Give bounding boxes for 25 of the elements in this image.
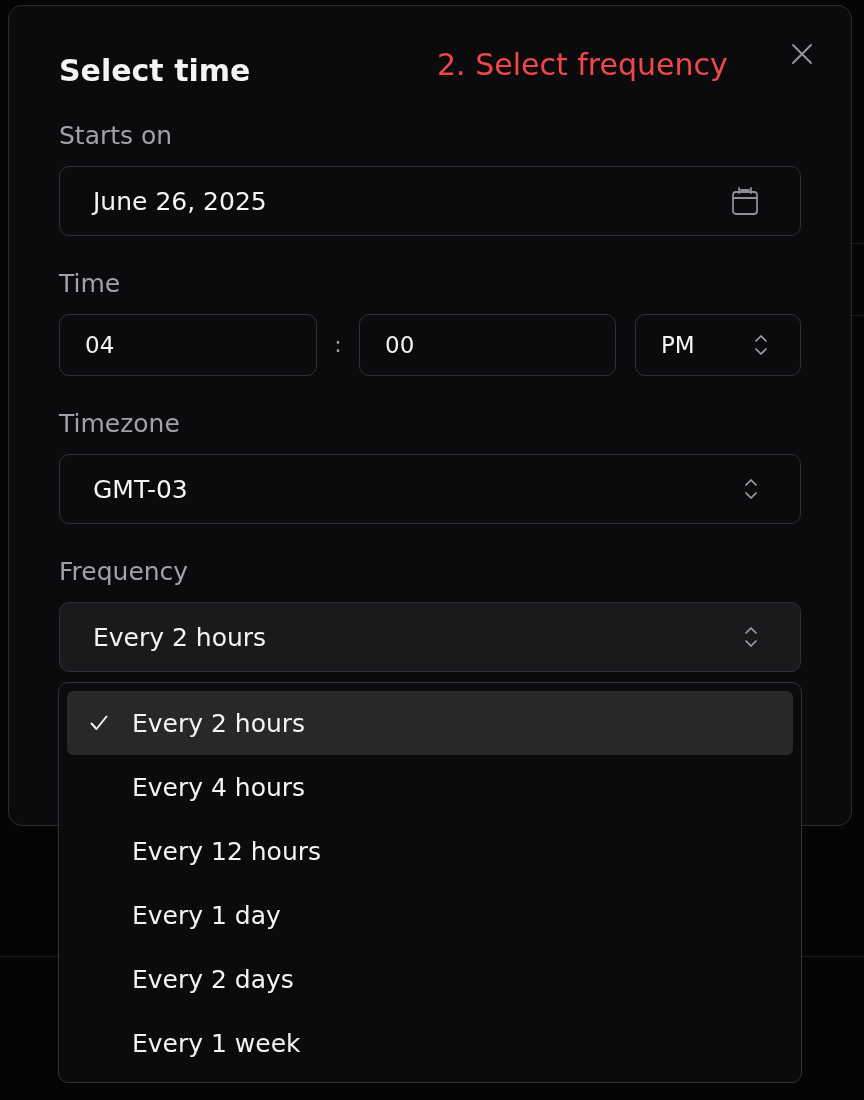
minute-field[interactable]: 00 <box>359 314 616 376</box>
menu-option[interactable]: Every 2 days <box>67 947 793 1011</box>
hour-field[interactable]: 04 <box>59 314 317 376</box>
annotation-text: 2. Select frequency <box>437 46 728 84</box>
close-icon[interactable] <box>792 44 812 64</box>
chevron-up-down-icon <box>744 478 758 500</box>
field-label: Timezone <box>59 409 180 439</box>
menu-option[interactable]: Every 1 week <box>67 1011 793 1075</box>
period-select[interactable]: PM <box>635 314 801 376</box>
chevron-up-down-icon <box>754 334 768 356</box>
time-separator: : <box>334 332 342 358</box>
menu-option[interactable]: Every 1 day <box>67 883 793 947</box>
check-icon <box>90 715 108 731</box>
frequency-select[interactable]: Every 2 hours <box>59 602 801 672</box>
date-field[interactable]: June 26, 2025 <box>59 166 801 236</box>
field-label: Time <box>59 269 121 299</box>
menu-option[interactable]: Every 2 hours <box>67 691 793 755</box>
field-label: Starts on <box>59 121 173 151</box>
dialog-title: Select time <box>59 52 251 90</box>
timezone-select[interactable]: GMT-03 <box>59 454 801 524</box>
menu-option[interactable]: Every 4 hours <box>67 755 793 819</box>
menu-option[interactable]: Every 12 hours <box>67 819 793 883</box>
field-label: Frequency <box>59 557 189 587</box>
calendar-icon <box>732 187 758 215</box>
chevron-up-down-icon <box>744 626 758 648</box>
